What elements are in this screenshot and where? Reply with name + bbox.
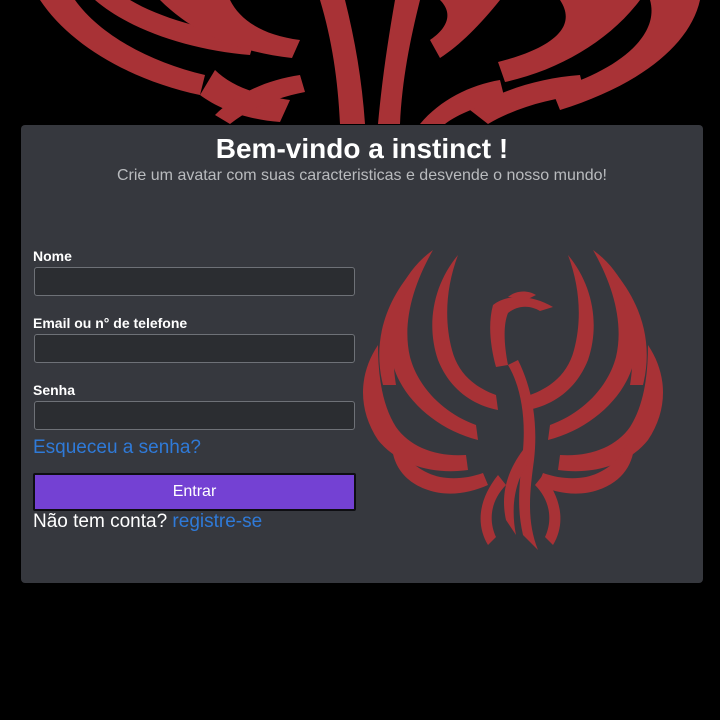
page-subtitle: Crie um avatar com suas caracteristicas … [116,167,607,184]
password-input[interactable] [34,401,355,430]
name-input[interactable] [34,267,355,296]
signup-prompt: Não tem conta? registre-se [33,511,262,533]
phoenix-wings-icon [40,0,700,124]
page-title: Bem-vindo a instinct ! [215,133,509,164]
forgot-password-link[interactable]: Esqueceu a senha? [33,437,201,459]
phoenix-logo-icon [363,250,663,550]
signup-prompt-text: Não tem conta? [33,511,168,532]
login-submit-button[interactable]: Entrar [33,473,356,511]
password-label: Senha [33,382,76,398]
login-card: Bem-vindo a instinct ! Crie um avatar co… [21,125,703,583]
email-or-phone-input[interactable] [34,334,355,363]
signup-link[interactable]: registre-se [172,511,262,532]
contact-label: Email ou n° de telefone [33,315,188,331]
name-label: Nome [33,248,72,264]
